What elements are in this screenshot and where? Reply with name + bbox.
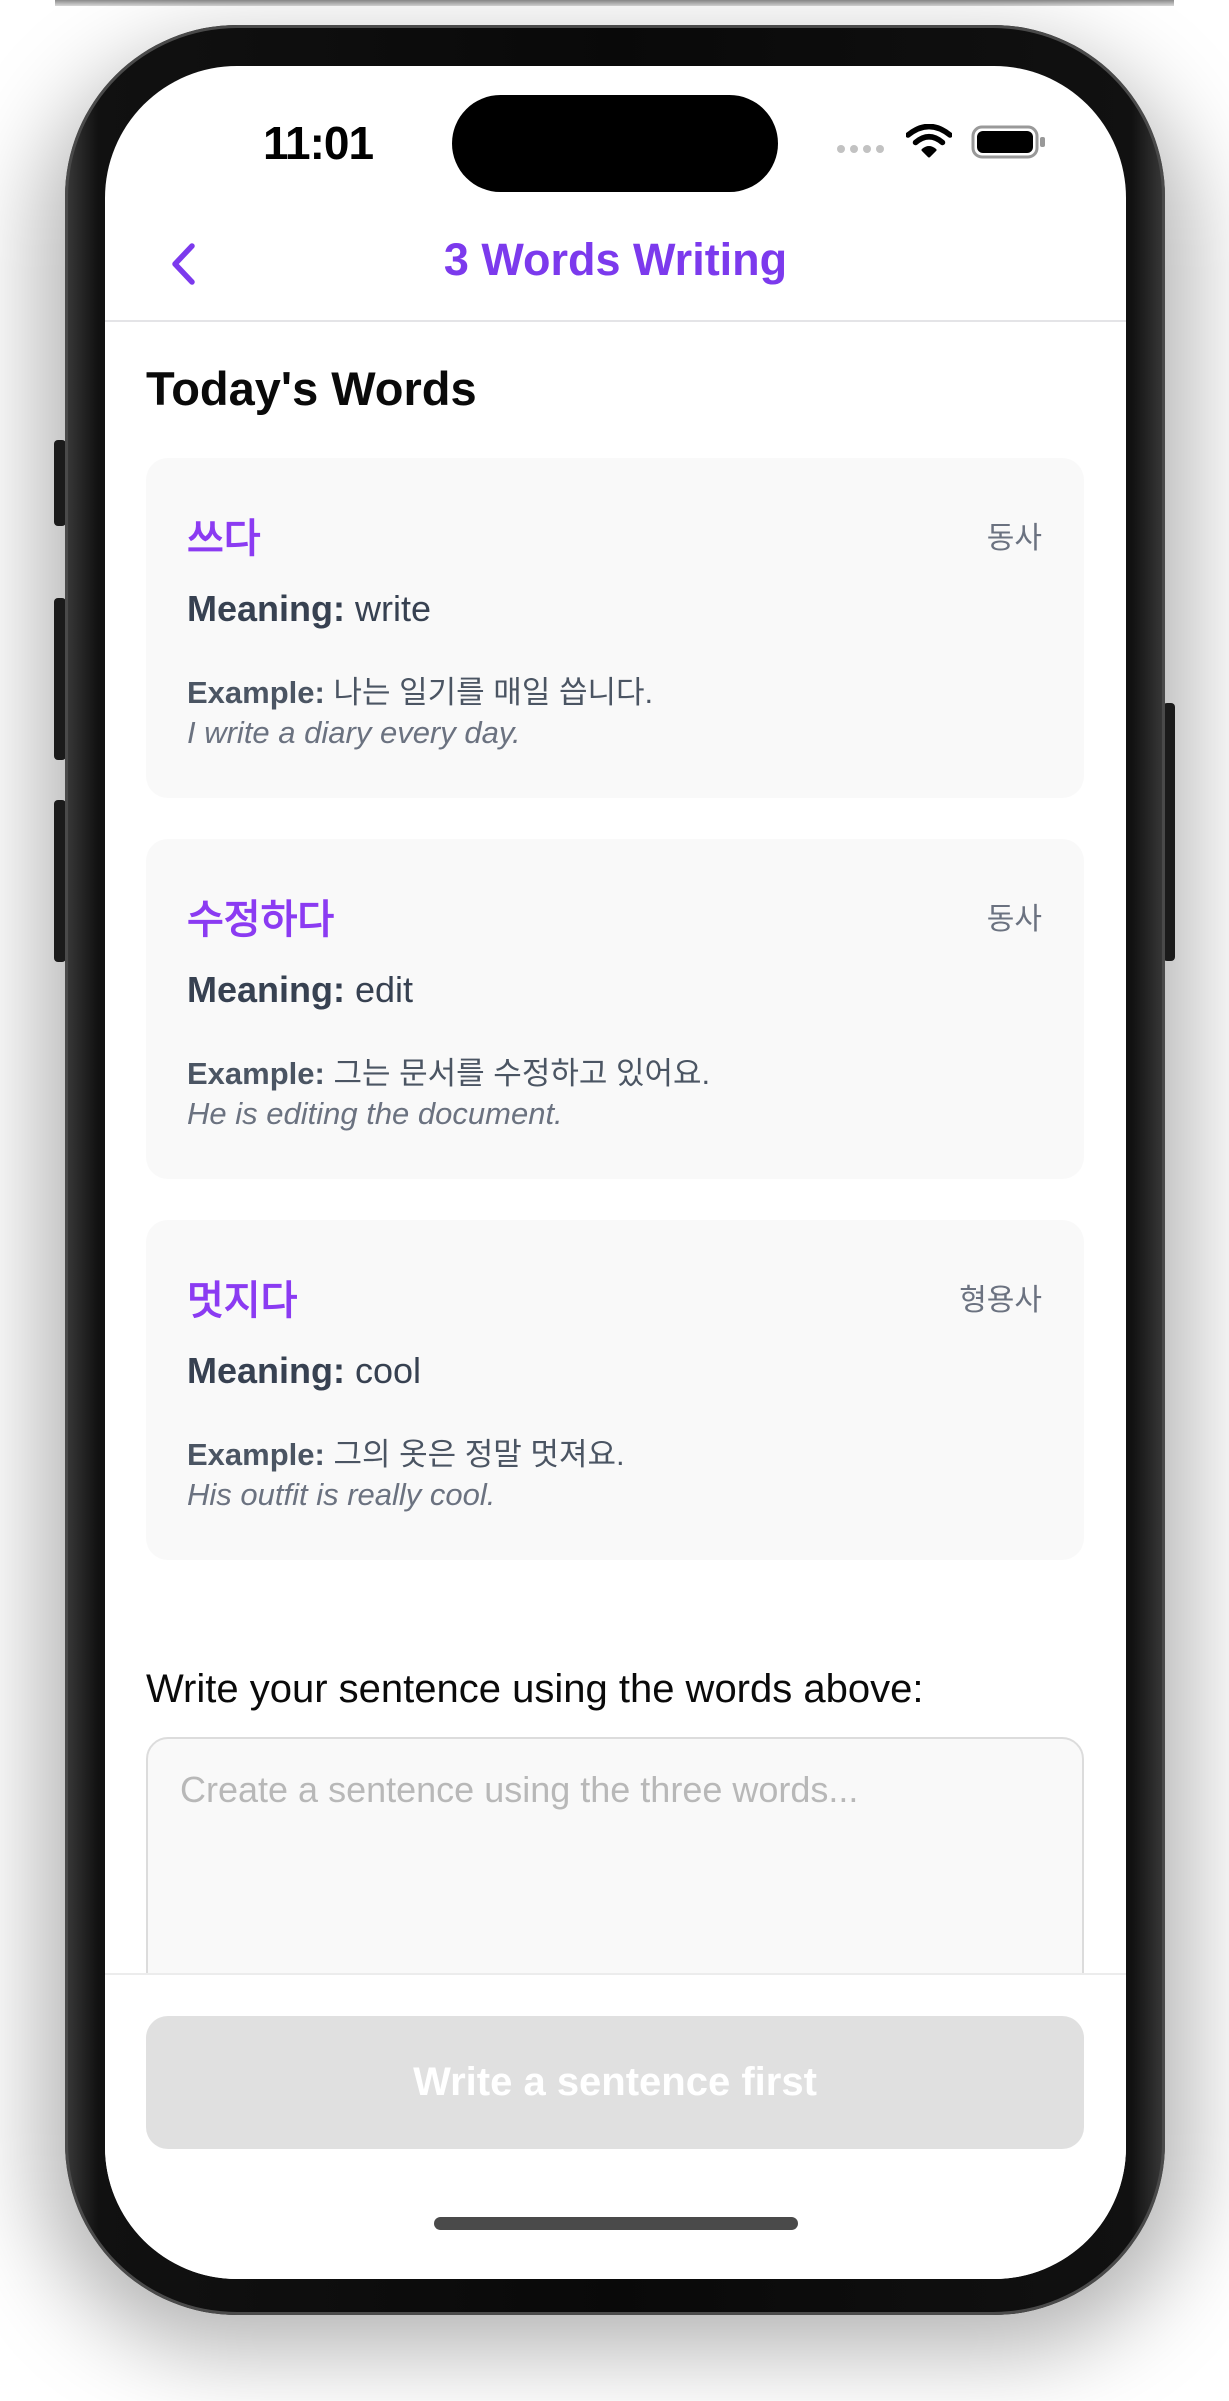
sentence-prompt-label: Write your sentence using the words abov… xyxy=(146,1667,924,1711)
nav-divider xyxy=(105,320,1126,322)
word-example: Example: 그의 옷은 정말 멋져요. xyxy=(187,1429,625,1474)
cellular-signal-icon xyxy=(837,145,884,153)
status-time: 11:01 xyxy=(262,117,374,169)
example-translation: I write a diary every day. xyxy=(187,715,521,750)
example-translation: He is editing the document. xyxy=(187,1096,563,1131)
word-term: 쓰다 xyxy=(187,517,261,561)
meaning-label: Meaning: xyxy=(187,588,345,629)
chevron-left-icon xyxy=(172,243,195,285)
word-term: 수정하다 xyxy=(187,898,335,942)
wifi-icon xyxy=(906,124,952,158)
example-label: Example: xyxy=(187,1437,325,1472)
back-button[interactable] xyxy=(153,234,213,294)
dynamic-island xyxy=(452,95,778,192)
page-title: 3 Words Writing xyxy=(443,234,788,285)
word-meaning: Meaning: cool xyxy=(187,1350,421,1392)
app-screen: 11:01 3 Words Writing Today's Words 쓰다 동… xyxy=(105,66,1126,2279)
meaning-label: Meaning: xyxy=(187,969,345,1010)
word-meaning: Meaning: edit xyxy=(187,969,413,1011)
example-translation: His outfit is really cool. xyxy=(187,1477,496,1512)
background-edge xyxy=(55,0,1174,6)
meaning-label: Meaning: xyxy=(187,1350,345,1391)
meaning-value: cool xyxy=(355,1350,422,1391)
word-example: Example: 그는 문서를 수정하고 있어요. xyxy=(187,1048,710,1093)
word-card: 수정하다 동사 Meaning: edit Example: 그는 문서를 수정… xyxy=(146,839,1084,1179)
battery-icon xyxy=(971,125,1045,159)
part-of-speech: 동사 xyxy=(986,903,1042,936)
example-value: 나는 일기를 매일 씁니다. xyxy=(333,675,654,710)
example-label: Example: xyxy=(187,1056,325,1091)
word-card: 멋지다 형용사 Meaning: cool Example: 그의 옷은 정말 … xyxy=(146,1220,1084,1560)
word-example: Example: 나는 일기를 매일 씁니다. xyxy=(187,667,653,712)
home-indicator[interactable] xyxy=(434,2217,798,2230)
word-term: 멋지다 xyxy=(187,1279,298,1323)
word-meaning: Meaning: write xyxy=(187,588,431,630)
word-card: 쓰다 동사 Meaning: write Example: 나는 일기를 매일 … xyxy=(146,458,1084,798)
example-value: 그의 옷은 정말 멋져요. xyxy=(333,1437,625,1472)
part-of-speech: 형용사 xyxy=(959,1284,1042,1317)
submit-sentence-button[interactable]: Write a sentence first xyxy=(146,2016,1084,2149)
example-label: Example: xyxy=(187,675,325,710)
example-value: 그는 문서를 수정하고 있어요. xyxy=(333,1056,711,1091)
section-title: Today's Words xyxy=(146,362,477,415)
meaning-value: write xyxy=(355,588,432,629)
meaning-value: edit xyxy=(355,969,414,1010)
part-of-speech: 동사 xyxy=(986,522,1042,555)
